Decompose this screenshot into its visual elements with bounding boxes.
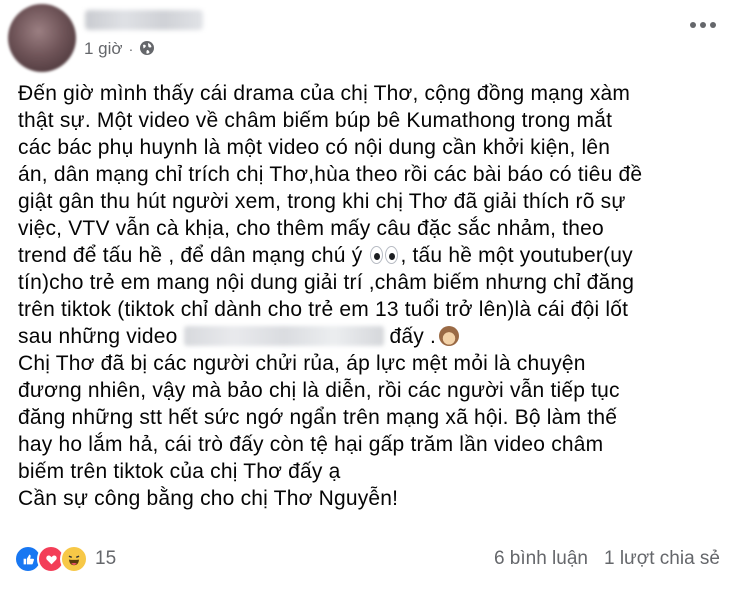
- post-line: trend để tấu hề , để dân mạng chú ý , tấ…: [18, 242, 730, 269]
- post-line: Cần sự công bằng cho chị Thơ Nguyễn!: [18, 487, 399, 510]
- post-line-part: trend để tấu hề , để dân mạng chú ý: [18, 244, 363, 267]
- redacted-text: [183, 326, 384, 346]
- post-line: giật gân thu hút người xem, trong khi ch…: [18, 190, 626, 213]
- haha-icon: [60, 545, 88, 573]
- post-line: hay ho lắm hả, cái trò đấy còn tệ hại gấ…: [18, 433, 604, 456]
- more-dot: [700, 22, 706, 28]
- more-dot: [710, 22, 716, 28]
- post-line: án, dân mạng chỉ trích chị Thơ,hùa theo …: [18, 163, 643, 186]
- post-line-part: sau những video: [18, 325, 178, 348]
- post-line-part: đấy .: [389, 325, 437, 348]
- post-line: đương nhiên, vậy mà bảo chị là diễn, rồi…: [18, 379, 620, 402]
- post-line: Chị Thơ đã bị các người chửi rủa, áp lực…: [18, 352, 586, 375]
- post-meta: 1 giờ ·: [84, 38, 157, 60]
- post-body: Đến giờ mình thấy cái drama của chị Thơ,…: [18, 80, 730, 512]
- post-timestamp[interactable]: 1 giờ: [84, 39, 123, 59]
- globe-icon[interactable]: [139, 40, 157, 58]
- post-line: đăng những stt hết sức ngớ ngẩn trên mạn…: [18, 406, 618, 429]
- post-footer: 15 6 bình luận 1 lượt chia sẻ: [14, 544, 720, 574]
- comments-count-link[interactable]: 6 bình luận: [494, 548, 588, 570]
- more-options-icon[interactable]: [690, 22, 716, 28]
- eyes-emoji-icon: [370, 246, 399, 264]
- post-line-part: , tấu hề một youtuber(uy: [400, 244, 633, 267]
- reactions-summary[interactable]: 15: [14, 545, 116, 573]
- post-line: biếm trên tiktok của chị Thơ đấy ạ: [18, 460, 341, 483]
- post-line: tín)cho trẻ em mang nội dung giải trí ,c…: [18, 271, 635, 294]
- author-name-redacted[interactable]: [85, 10, 203, 30]
- more-dot: [690, 22, 696, 28]
- author-avatar[interactable]: [8, 4, 76, 72]
- post-line: sau những video đấy .: [18, 323, 730, 350]
- post-line: việc, VTV vẫn cà khịa, cho thêm mấy câu …: [18, 217, 604, 240]
- reaction-count[interactable]: 15: [95, 548, 116, 570]
- post-line: trên tiktok (tiktok chỉ dành cho trẻ em …: [18, 298, 629, 321]
- monkey-emoji-icon: [439, 326, 460, 346]
- shares-count-link[interactable]: 1 lượt chia sẻ: [604, 548, 720, 570]
- meta-separator: ·: [128, 41, 134, 57]
- post-line: thật sự. Một video về châm biếm búp bê K…: [18, 109, 613, 132]
- post-stats: 6 bình luận 1 lượt chia sẻ: [494, 548, 720, 570]
- post-line: các bác phụ huynh là một video có nội du…: [18, 136, 611, 159]
- post-line: Đến giờ mình thấy cái drama của chị Thơ,…: [18, 82, 631, 105]
